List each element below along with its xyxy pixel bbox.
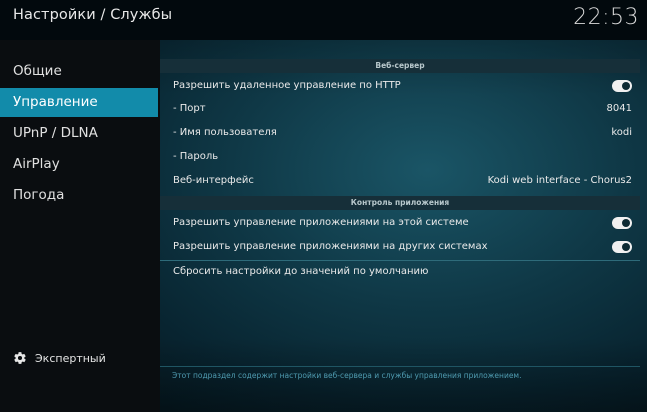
setting-value: kodi [611, 127, 632, 138]
setting-password[interactable]: - Пароль [160, 145, 640, 169]
setting-web-interface[interactable]: Веб-интерфейс Kodi web interface - Choru… [160, 169, 640, 193]
setting-label: Разрешить управление приложениями на дру… [173, 241, 488, 252]
expert-label: Экспертный [35, 351, 106, 365]
toggle-switch-on[interactable] [612, 217, 632, 229]
setting-label: Разрешить удаленное управление по HTTP [173, 80, 401, 91]
page-title: Настройки / Службы [13, 7, 173, 23]
setting-label: - Порт [173, 103, 206, 114]
gear-icon [14, 352, 26, 364]
setting-label: - Имя пользователя [173, 127, 277, 138]
setting-label: Разрешить управление приложениями на это… [173, 217, 469, 228]
setting-label: Веб-интерфейс [173, 175, 254, 186]
sidebar-item-general[interactable]: Общие [0, 57, 158, 86]
sidebar-item-upnp-dlna[interactable]: UPnP / DLNA [0, 119, 158, 148]
clock: 22:53 [573, 5, 639, 30]
header: Настройки / Службы 22:53 [0, 0, 647, 40]
expert-level-button[interactable]: Экспертный [13, 350, 106, 366]
setting-port[interactable]: - Порт 8041 [160, 97, 640, 121]
sidebar-item-weather[interactable]: Погода [0, 181, 158, 210]
setting-reset-defaults[interactable]: Сбросить настройки до значений по умолча… [160, 260, 640, 284]
kodi-settings-screen: Настройки / Службы 22:53 Общие Управлени… [0, 0, 647, 412]
setting-username[interactable]: - Имя пользователя kodi [160, 121, 640, 145]
footer-divider [160, 366, 640, 367]
section-header-app-control: Контроль приложения [160, 196, 640, 210]
section-header-webserver: Веб-сервер [160, 59, 640, 73]
toggle-switch-on[interactable] [612, 241, 632, 253]
setting-label: Сбросить настройки до значений по умолча… [173, 266, 429, 277]
setting-label: - Пароль [173, 151, 219, 162]
sidebar-item-control[interactable]: Управление [0, 88, 158, 117]
setting-value: Kodi web interface - Chorus2 [487, 175, 632, 186]
setting-allow-http[interactable]: Разрешить удаленное управление по HTTP [160, 74, 640, 98]
sidebar: Общие Управление UPnP / DLNA AirPlay Пог… [0, 40, 160, 412]
setting-allow-remote-control[interactable]: Разрешить управление приложениями на дру… [160, 235, 640, 259]
help-text: Этот подраздел содержит настройки веб-се… [172, 371, 522, 380]
sidebar-item-airplay[interactable]: AirPlay [0, 150, 158, 179]
setting-allow-local-control[interactable]: Разрешить управление приложениями на это… [160, 211, 640, 235]
setting-value: 8041 [606, 103, 632, 114]
toggle-switch-on[interactable] [612, 80, 632, 92]
